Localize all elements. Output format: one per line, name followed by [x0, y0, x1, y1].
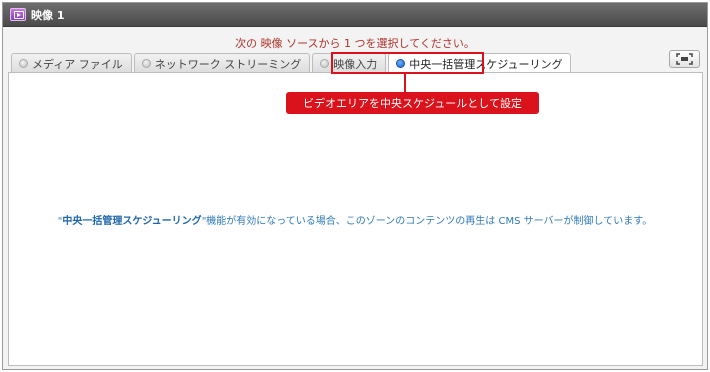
callout-annotation: ビデオエリアを中央スケジュールとして設定 — [286, 92, 539, 114]
tab-central-scheduling-label: 中央一括管理スケジューリング — [409, 57, 563, 71]
tab-media-file[interactable]: メディア ファイル — [11, 53, 132, 73]
tab-network-streaming-label: ネットワーク ストリーミング — [154, 57, 302, 71]
radio-media-file[interactable] — [19, 59, 28, 68]
video-window: 映像 1 次の 映像 ソースから 1 つを選択してください。 メディア ファイル… — [2, 2, 708, 370]
message-body: 機能が有効になっている場合、このゾーンのコンテンツの再生は CMS サーバーが制… — [206, 216, 653, 227]
screen-capture-icon — [676, 53, 693, 65]
tab-video-input[interactable]: 映像入力 — [312, 53, 387, 73]
tab-central-scheduling[interactable]: 中央一括管理スケジューリング — [388, 53, 572, 73]
radio-network-streaming[interactable] — [141, 59, 151, 68]
window-title: 映像 1 — [31, 8, 65, 22]
message-feature-name: 中央一括管理スケジューリング — [62, 216, 202, 227]
window-titlebar: 映像 1 — [3, 3, 707, 27]
source-instruction: 次の 映像 ソースから 1 つを選択してください。 — [235, 37, 475, 50]
source-tabs: メディア ファイル ネットワーク ストリーミング 映像入力 中央一括管理スケジュ… — [11, 53, 573, 73]
tab-network-streaming[interactable]: ネットワーク ストリーミング — [133, 53, 311, 73]
tab-media-file-label: メディア ファイル — [32, 57, 123, 71]
screen-capture-button[interactable] — [669, 50, 700, 68]
radio-video-input[interactable] — [320, 59, 330, 68]
callout-connector — [404, 74, 406, 92]
scheduling-status-message: "中央一括管理スケジューリング"機能が有効になっている場合、このゾーンのコンテン… — [3, 212, 707, 227]
radio-central-scheduling[interactable] — [396, 59, 406, 68]
tab-video-input-label: 映像入力 — [333, 57, 378, 71]
video-window-icon — [10, 8, 26, 21]
